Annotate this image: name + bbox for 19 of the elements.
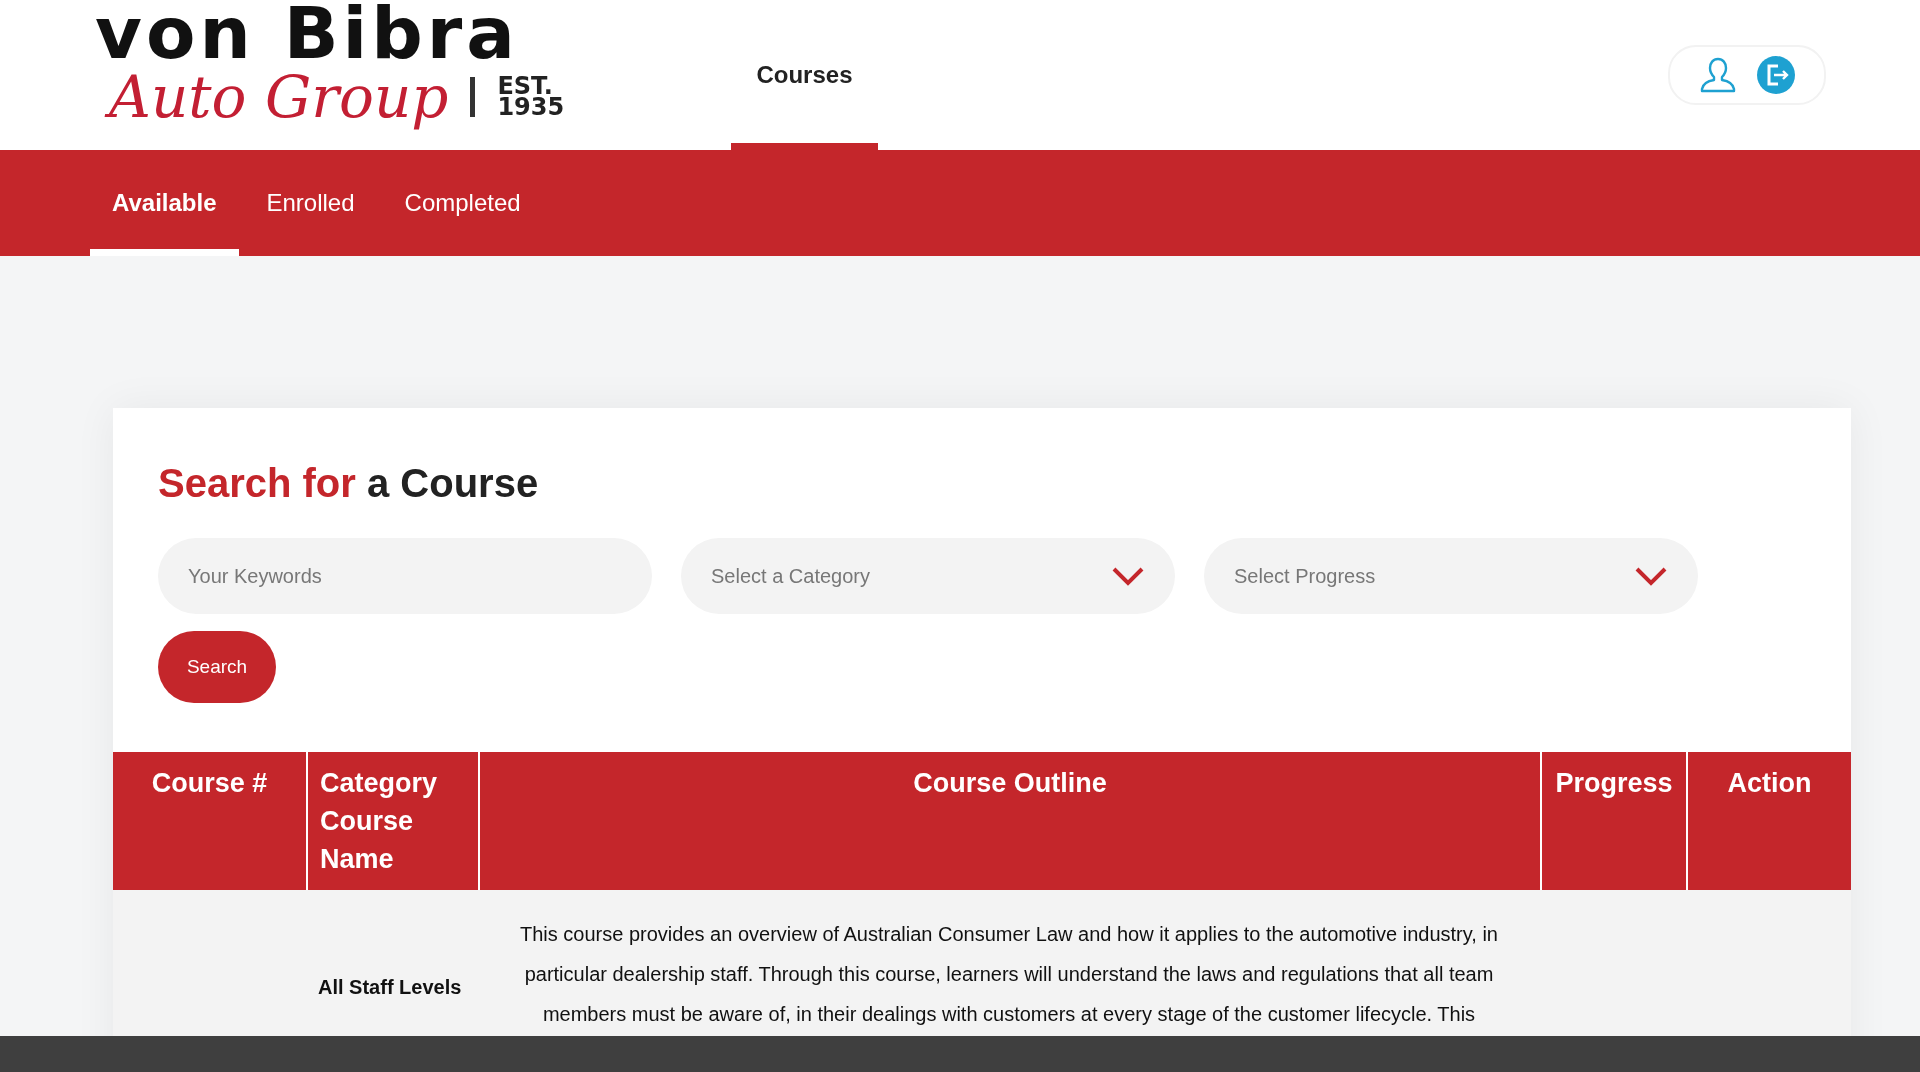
logout-icon[interactable] <box>1756 55 1796 95</box>
search-button[interactable]: Search <box>158 631 276 703</box>
category-text: All Staff Levels <box>318 976 463 999</box>
search-field[interactable]: Your Keywords <box>158 538 652 614</box>
logo-year-text: 1935 <box>497 97 565 118</box>
dropdown[interactable]: Select Progress <box>1204 538 1698 614</box>
chevron-icon <box>1111 566 1145 586</box>
user-icon[interactable] <box>1698 55 1738 95</box>
chevron-icon <box>1634 566 1668 586</box>
column-header: Course # <box>150 767 269 800</box>
tab[interactable]: Available <box>90 150 239 256</box>
logo-script-text: Auto Group <box>95 64 449 130</box>
logo-text: von Bibra <box>95 2 520 64</box>
dropdown[interactable]: Select a Category <box>681 538 1175 614</box>
logo-est-text: EST. <box>497 76 553 97</box>
course-outline: This course provides an overview of Australian Consumer Law and how it applies to the automotive industry, in particular dealership staff. Through this course, learners will understand the laws and regulations that all team members must be aware of, in their dealings with customers at every stage of the customer lifecycle. This <box>519 922 1499 1027</box>
tab[interactable]: Completed <box>382 150 543 256</box>
tab[interactable]: Enrolled <box>244 150 377 256</box>
section-title: Search for a Course <box>157 460 540 507</box>
